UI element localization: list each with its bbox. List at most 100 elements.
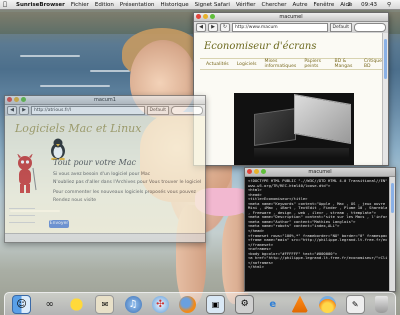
stamp-icon[interactable]: ✉ — [95, 294, 115, 314]
window-title: macumel — [308, 169, 332, 175]
sunrise-icon[interactable] — [318, 295, 336, 313]
nav-item[interactable]: Actualités — [206, 62, 229, 67]
wallpaper-wave — [40, 85, 110, 87]
search-input[interactable] — [354, 23, 386, 32]
site-nav: Actualités Logiciels Mises informatiques… — [200, 58, 382, 70]
minimize-icon[interactable] — [14, 97, 19, 102]
scroll-thumb[interactable] — [391, 183, 394, 213]
page-text: Rendez nous visite — [53, 198, 97, 203]
duck-icon[interactable] — [68, 295, 86, 313]
side-nav-item[interactable] — [9, 202, 35, 209]
menu-app-name[interactable]: SunriseBrowser — [16, 2, 65, 8]
page-text: Pour commenter les nouveaux logiciels pr… — [53, 190, 196, 195]
nav-item[interactable]: BD & Mangas — [335, 59, 356, 69]
back-button[interactable]: ◀ — [196, 23, 206, 32]
source-window: macumel <!DOCTYPE HTML PUBLIC "-//W3C//D… — [244, 167, 396, 292]
search-input[interactable] — [171, 106, 203, 115]
encoding-select[interactable]: Default — [329, 23, 352, 32]
url-field[interactable]: http://www.macum — [232, 23, 328, 32]
trash-icon[interactable] — [374, 295, 388, 313]
firefox-icon[interactable] — [178, 295, 196, 313]
browser-window-logiciels: macum1 ◀ ▶ http://atrious.fr/l Default L… — [4, 95, 206, 243]
menu-autre[interactable]: Autre — [293, 2, 308, 8]
window-title: macumel — [279, 14, 303, 20]
menu-chercher[interactable]: Chercher — [262, 2, 287, 8]
page-content: Logiciels Mac et Linux Tout pour votre M… — [5, 116, 205, 234]
minimize-icon[interactable] — [203, 14, 208, 19]
vertical-scrollbar[interactable] — [389, 177, 395, 291]
itunes-icon[interactable]: ♫ — [124, 295, 142, 313]
status-bar — [5, 233, 205, 242]
source-code-view[interactable]: <!DOCTYPE HTML PUBLIC "-//W3C//DTD HTML … — [248, 179, 387, 289]
window-controls — [196, 14, 215, 19]
source-line: </html> — [248, 264, 265, 270]
wallpaper-wave — [20, 55, 80, 57]
bsd-daemon-icon — [17, 154, 37, 193]
page-subtitle: Tout pour votre Mac — [53, 158, 136, 167]
back-button[interactable]: ◀ — [7, 106, 17, 115]
dock: ☺ ∞ ✉ ♫ ✣ ▣ ⚙ e ✎ — [4, 292, 396, 315]
window-titlebar[interactable]: macumel — [245, 168, 395, 177]
volume-icon[interactable]: ♪ — [348, 2, 352, 8]
menu-fichier[interactable]: Fichier — [71, 2, 89, 8]
photo-icon[interactable]: ▣ — [206, 294, 226, 314]
screensaver-preview — [234, 93, 354, 165]
menu-historique[interactable]: Historique — [160, 2, 188, 8]
menu-presentation[interactable]: Présentation — [120, 2, 155, 8]
forward-button[interactable]: ▶ — [19, 106, 29, 115]
submit-button[interactable]: Envoyer — [49, 220, 69, 228]
menu-verifier[interactable]: Vérifier — [236, 2, 256, 8]
minimize-icon[interactable] — [254, 169, 259, 174]
encoding-select[interactable]: Default — [146, 106, 169, 115]
preview-panel — [294, 93, 351, 145]
close-icon[interactable] — [7, 97, 12, 102]
zoom-icon[interactable] — [210, 14, 215, 19]
tux-penguin-icon — [51, 138, 65, 160]
scroll-thumb[interactable] — [384, 39, 387, 79]
nav-item[interactable]: Papiers peints — [304, 59, 326, 69]
apple-icon[interactable]:  — [0, 1, 10, 8]
window-controls — [247, 169, 266, 174]
menu-clock[interactable]: 09:43 — [361, 2, 377, 8]
page-content: Economiseur d'écrans Actualités Logiciel… — [194, 33, 388, 165]
zoom-icon[interactable] — [261, 169, 266, 174]
menu-edition[interactable]: Edition — [95, 2, 114, 8]
page-text: N'oubliez pas d'aller dans l'Archives po… — [53, 180, 202, 185]
safari-icon[interactable]: ✣ — [151, 295, 169, 313]
close-icon[interactable] — [196, 14, 201, 19]
menu-fenetre[interactable]: Fenêtre — [313, 2, 334, 8]
preview-panel — [254, 108, 296, 146]
finder-icon[interactable]: ☺ — [12, 294, 32, 314]
nav-item[interactable]: Mises informatiques — [264, 59, 296, 69]
menu-signet[interactable]: Signet Safari — [195, 2, 230, 8]
spotlight-icon[interactable]: ⚲ — [387, 2, 391, 8]
preferences-icon[interactable]: ⚙ — [235, 294, 255, 314]
menu-extras: ♪ 09:43 ⚲ — [348, 0, 397, 9]
window-title: macum1 — [94, 97, 116, 103]
site-title: Economiseur d'écrans — [204, 41, 317, 52]
vlc-icon[interactable] — [291, 295, 309, 313]
url-field[interactable]: http://atrious.fr/l — [31, 106, 145, 115]
menu-bar:  SunriseBrowser Fichier Edition Présent… — [0, 0, 400, 10]
script-icon[interactable]: ✎ — [345, 294, 365, 314]
nav-item[interactable]: Critique BD — [364, 59, 382, 69]
nav-item[interactable]: Logiciels — [237, 62, 257, 67]
ie-icon[interactable]: e — [264, 296, 281, 313]
window-controls — [7, 97, 26, 102]
reload-button[interactable]: ↻ — [220, 23, 230, 32]
page-text: Si vous avez besoin d'un logiciel pour M… — [53, 172, 151, 177]
side-nav — [9, 202, 35, 223]
side-nav-item[interactable] — [9, 216, 35, 223]
site-title: Logiciels Mac et Linux — [15, 122, 142, 135]
window-titlebar[interactable]: macum1 — [5, 96, 205, 105]
window-titlebar[interactable]: macumel — [194, 13, 388, 22]
vertical-scrollbar[interactable] — [382, 33, 388, 165]
glasses-icon[interactable]: ∞ — [41, 296, 58, 313]
close-icon[interactable] — [247, 169, 252, 174]
wallpaper-wave — [90, 70, 130, 72]
zoom-icon[interactable] — [21, 97, 26, 102]
preview-reflection — [254, 148, 349, 158]
browser-window-economiseur: macumel ◀ ▶ ↻ http://www.macum Default E… — [193, 12, 389, 166]
forward-button[interactable]: ▶ — [208, 23, 218, 32]
side-nav-item[interactable] — [9, 209, 35, 216]
